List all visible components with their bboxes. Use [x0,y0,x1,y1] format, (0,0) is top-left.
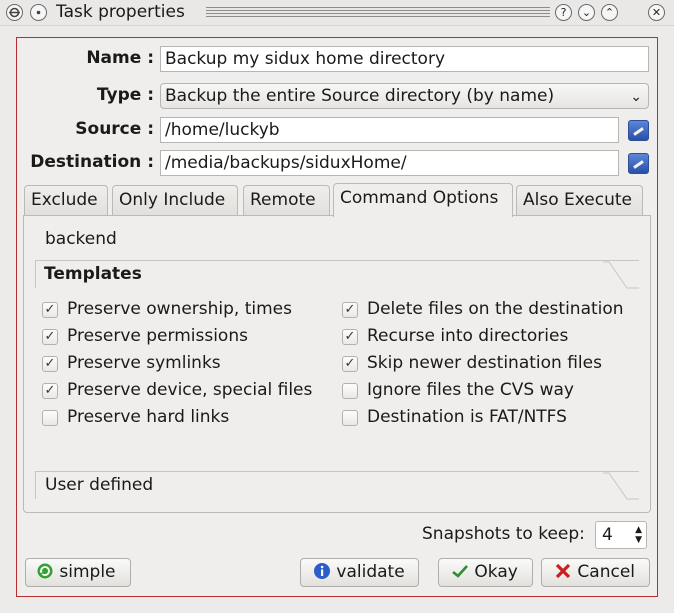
option-label: Ignore files the CVS way [367,380,574,400]
tab-only-include[interactable]: Only Include [112,185,238,215]
templates-heading: Templates [44,264,142,284]
option-label: Preserve ownership, times [67,299,293,319]
window-title: Task properties [56,2,185,22]
tab-exclude[interactable]: Exclude [24,185,108,215]
app-menu-icon[interactable] [6,4,23,21]
type-label: Type : [96,85,154,105]
check-icon [452,565,468,578]
info-icon [314,563,330,579]
backend-label: backend [45,229,117,249]
close-button[interactable]: ✕ [648,4,665,21]
validate-button[interactable]: validate [300,558,419,587]
source-field[interactable]: /home/luckyb [160,117,619,143]
sticky-icon[interactable] [30,4,47,21]
minimize-button[interactable]: ⌄ [578,4,595,21]
tab-also-execute[interactable]: Also Execute [516,185,643,215]
name-field[interactable]: Backup my sidux home directory [160,46,649,72]
destination-browse-icon[interactable] [628,153,649,174]
section-notch [603,472,639,500]
destination-field[interactable]: /media/backups/siduxHome/ [160,150,619,176]
validate-label: validate [336,562,405,582]
option-label: Preserve hard links [67,407,230,427]
option-label: Preserve symlinks [67,353,221,373]
checkbox[interactable]: ✓ [42,302,58,318]
title-decoration [206,7,550,18]
checkbox[interactable] [342,383,358,399]
simple-button[interactable]: simple [25,558,131,587]
spin-down-icon[interactable]: ▼ [635,536,642,545]
checkbox[interactable]: ✓ [42,356,58,372]
section-notch [603,261,639,289]
checkbox[interactable]: ✓ [42,383,58,399]
cancel-icon [555,563,571,579]
option-label: Destination is FAT/NTFS [367,407,567,427]
cancel-button[interactable]: Cancel [541,558,650,587]
chevron-down-icon: ⌄ [630,89,642,105]
simple-label: simple [59,562,116,582]
user-defined-label: User defined [45,475,154,495]
spin-up-icon[interactable]: ▲ [635,526,642,535]
destination-label: Destination : [30,152,154,172]
type-select[interactable]: Backup the entire Source directory (by n… [160,83,649,109]
tab-remote[interactable]: Remote [243,185,330,215]
maximize-button[interactable]: ⌃ [601,4,618,21]
option-label: Skip newer destination files [367,353,602,373]
checkbox[interactable]: ✓ [342,329,358,345]
cancel-label: Cancel [577,562,635,582]
snapshots-value: 4 [602,525,613,545]
refresh-icon [37,563,53,579]
option-label: Delete files on the destination [367,299,624,319]
okay-button[interactable]: Okay [438,558,533,587]
option-label: Recurse into directories [367,326,569,346]
title-bar[interactable]: Task properties ? ⌄ ⌃ ✕ [0,0,674,26]
checkbox[interactable]: ✓ [342,356,358,372]
option-label: Preserve permissions [67,326,248,346]
snapshots-label: Snapshots to keep: [422,524,585,544]
checkbox[interactable]: ✓ [42,329,58,345]
help-button[interactable]: ? [555,4,572,21]
type-select-value: Backup the entire Source directory (by n… [165,86,555,106]
name-label: Name : [86,48,154,68]
tab-command-options[interactable]: Command Options [333,183,513,217]
checkbox[interactable] [342,410,358,426]
source-label: Source : [75,119,154,139]
source-browse-icon[interactable] [628,120,649,141]
okay-label: Okay [474,562,518,582]
checkbox[interactable] [42,410,58,426]
snapshots-spinbox[interactable]: 4 ▲ ▼ [595,521,647,549]
checkbox[interactable]: ✓ [342,302,358,318]
option-label: Preserve device, special files [67,380,313,400]
